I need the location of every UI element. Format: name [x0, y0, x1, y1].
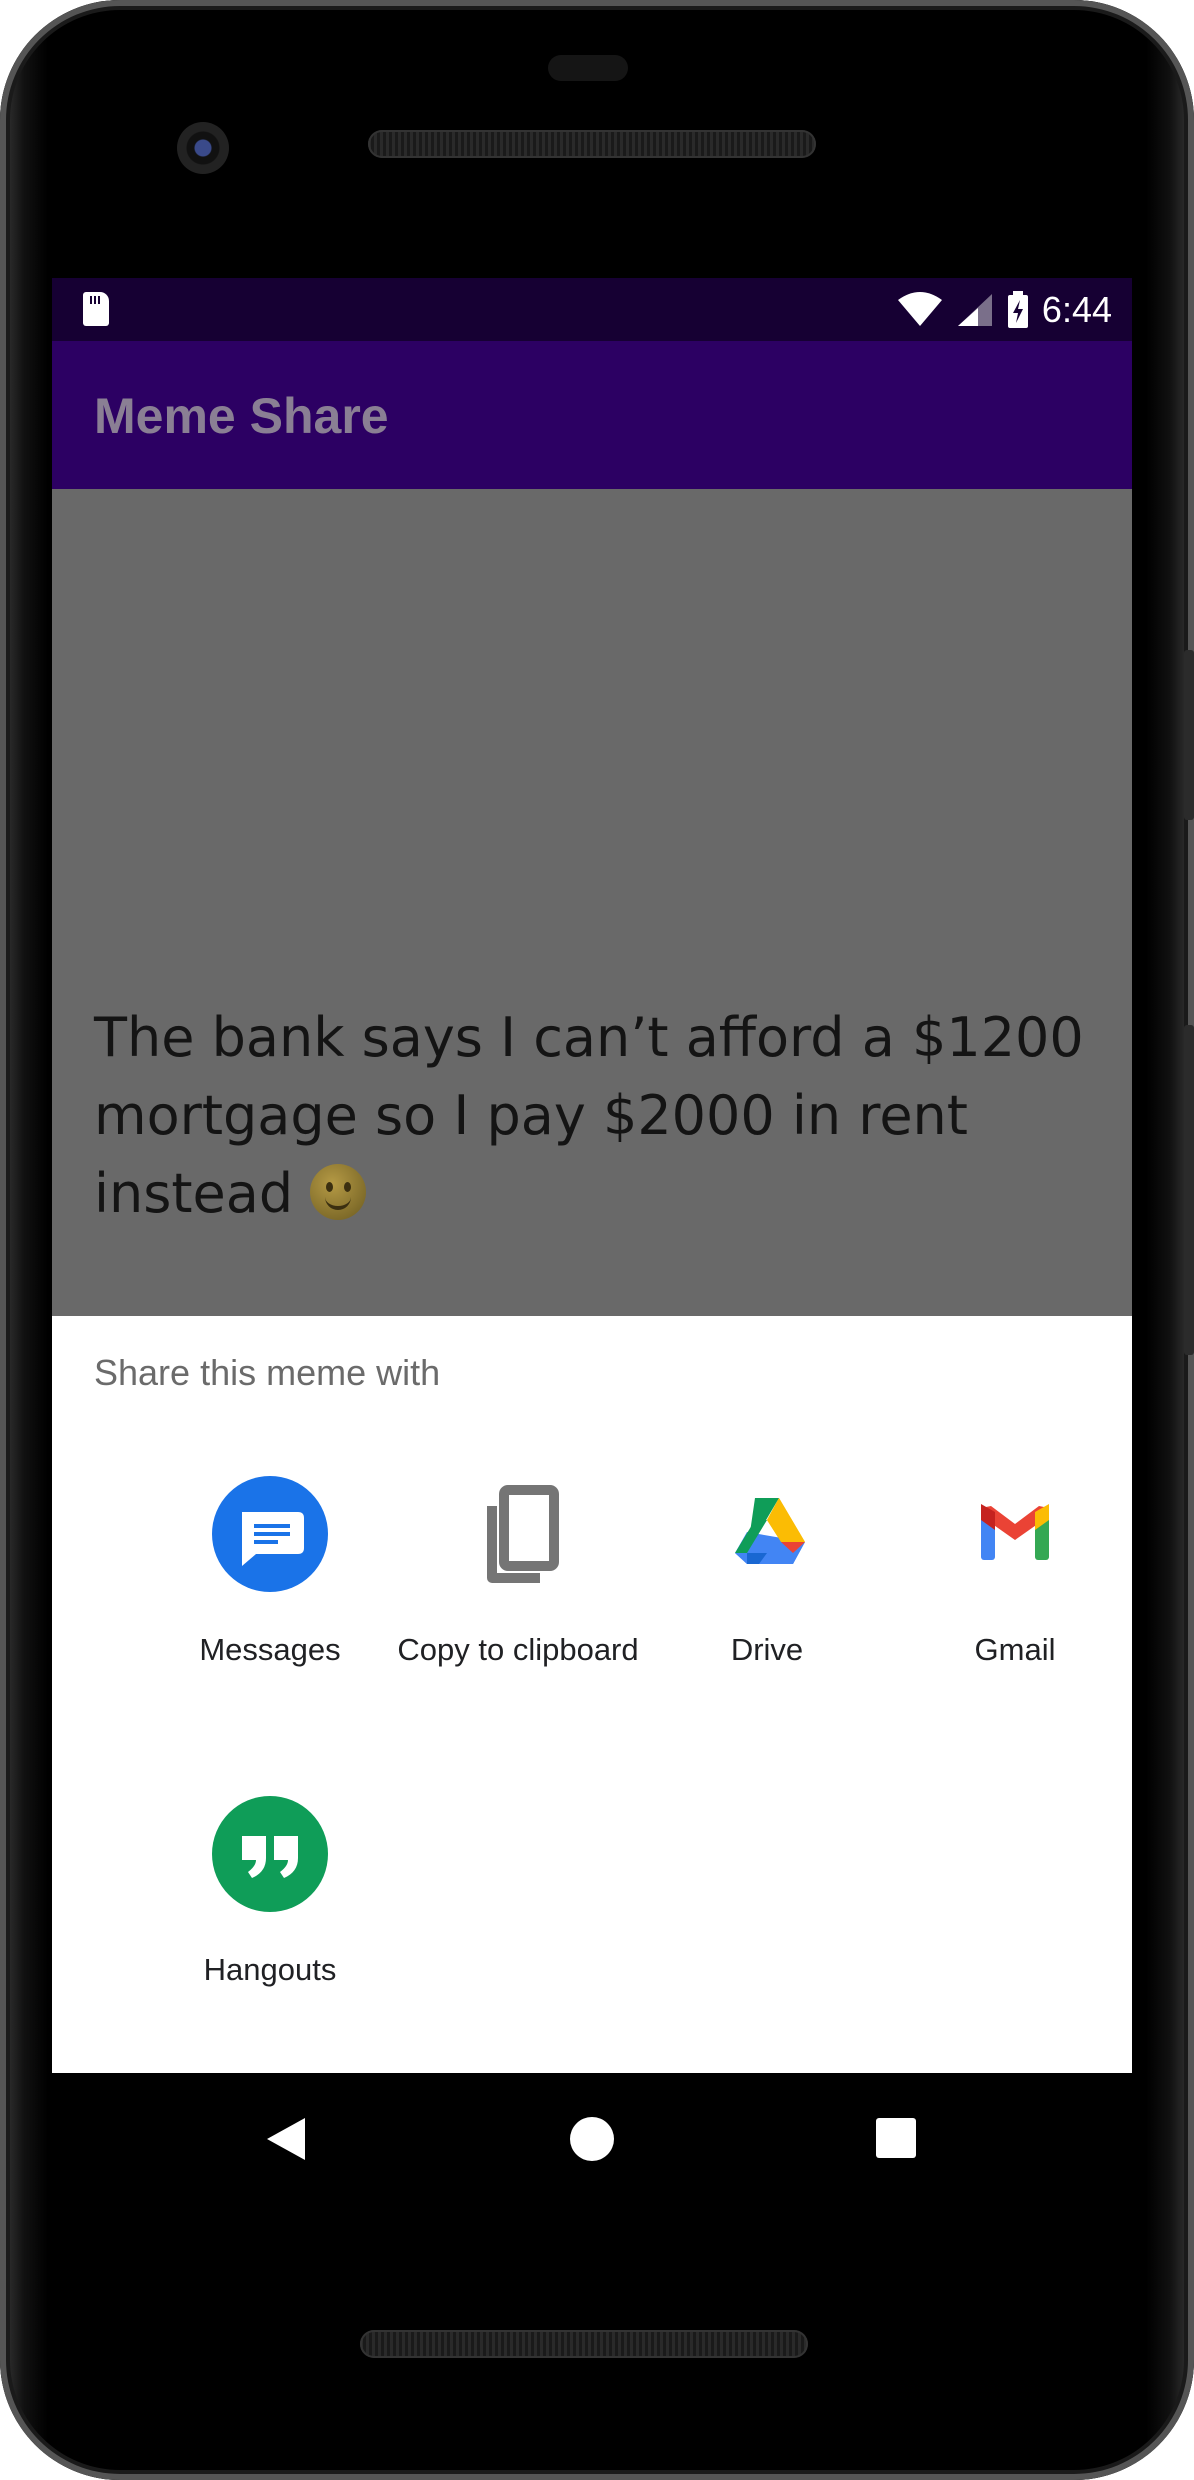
meme-text-container: The bank says I can’t afford a $1200 mor…: [94, 999, 1104, 1233]
meme-content: The bank says I can’t afford a $1200 mor…: [52, 489, 1132, 1316]
phone-frame: 6:44 Meme Share The bank says I can’t af…: [0, 0, 1194, 2480]
sd-card-icon: [83, 292, 109, 326]
screen: 6:44 Meme Share The bank says I can’t af…: [52, 278, 1132, 2073]
share-target-label: Gmail: [974, 1632, 1056, 1667]
messages-icon: [212, 1476, 328, 1592]
share-target-label: Drive: [730, 1632, 804, 1667]
status-icons: 6:44: [896, 278, 1112, 341]
wifi-icon: [897, 291, 942, 326]
share-target-hangouts[interactable]: Hangouts: [145, 1796, 395, 2036]
share-target-copy-to-clipboard[interactable]: Copy to clipboard: [393, 1476, 643, 1716]
back-button[interactable]: [265, 2116, 307, 2162]
copy-icon: [460, 1476, 576, 1592]
share-target-label: Messages: [199, 1632, 341, 1667]
cell-signal-icon: [957, 293, 992, 326]
bottom-speaker: [360, 2330, 808, 2358]
share-target-label: Copy to clipboard: [397, 1632, 639, 1667]
share-target-gmail[interactable]: Gmail: [890, 1476, 1132, 1716]
meme-text: The bank says I can’t afford a $1200 mor…: [94, 1006, 1084, 1225]
slight-smile-emoji-icon: [310, 1164, 367, 1220]
recents-button[interactable]: [876, 2118, 916, 2158]
share-target-label: Hangouts: [203, 1952, 337, 1987]
drive-icon: [709, 1476, 825, 1592]
status-bar: 6:44: [52, 278, 1132, 341]
power-button: [1184, 650, 1194, 820]
hangouts-icon: [212, 1796, 328, 1912]
share-target-messages[interactable]: Messages: [145, 1476, 395, 1716]
battery-charging-icon: [1007, 290, 1028, 328]
clock: 6:44: [1041, 288, 1112, 330]
earpiece: [548, 55, 628, 81]
share-sheet: Share this meme with Messages Copy to cl…: [52, 1316, 1132, 2073]
app-bar: Meme Share: [52, 341, 1132, 489]
top-speaker: [368, 130, 816, 158]
home-button[interactable]: [569, 2116, 615, 2162]
front-camera: [177, 122, 229, 174]
navigation-bar: [52, 2073, 1132, 2201]
app-title: Meme Share: [94, 388, 389, 444]
share-sheet-title: Share this meme with: [94, 1352, 441, 1393]
gmail-icon: [957, 1476, 1073, 1592]
volume-button: [1184, 1025, 1194, 1355]
share-target-drive[interactable]: Drive: [642, 1476, 892, 1716]
